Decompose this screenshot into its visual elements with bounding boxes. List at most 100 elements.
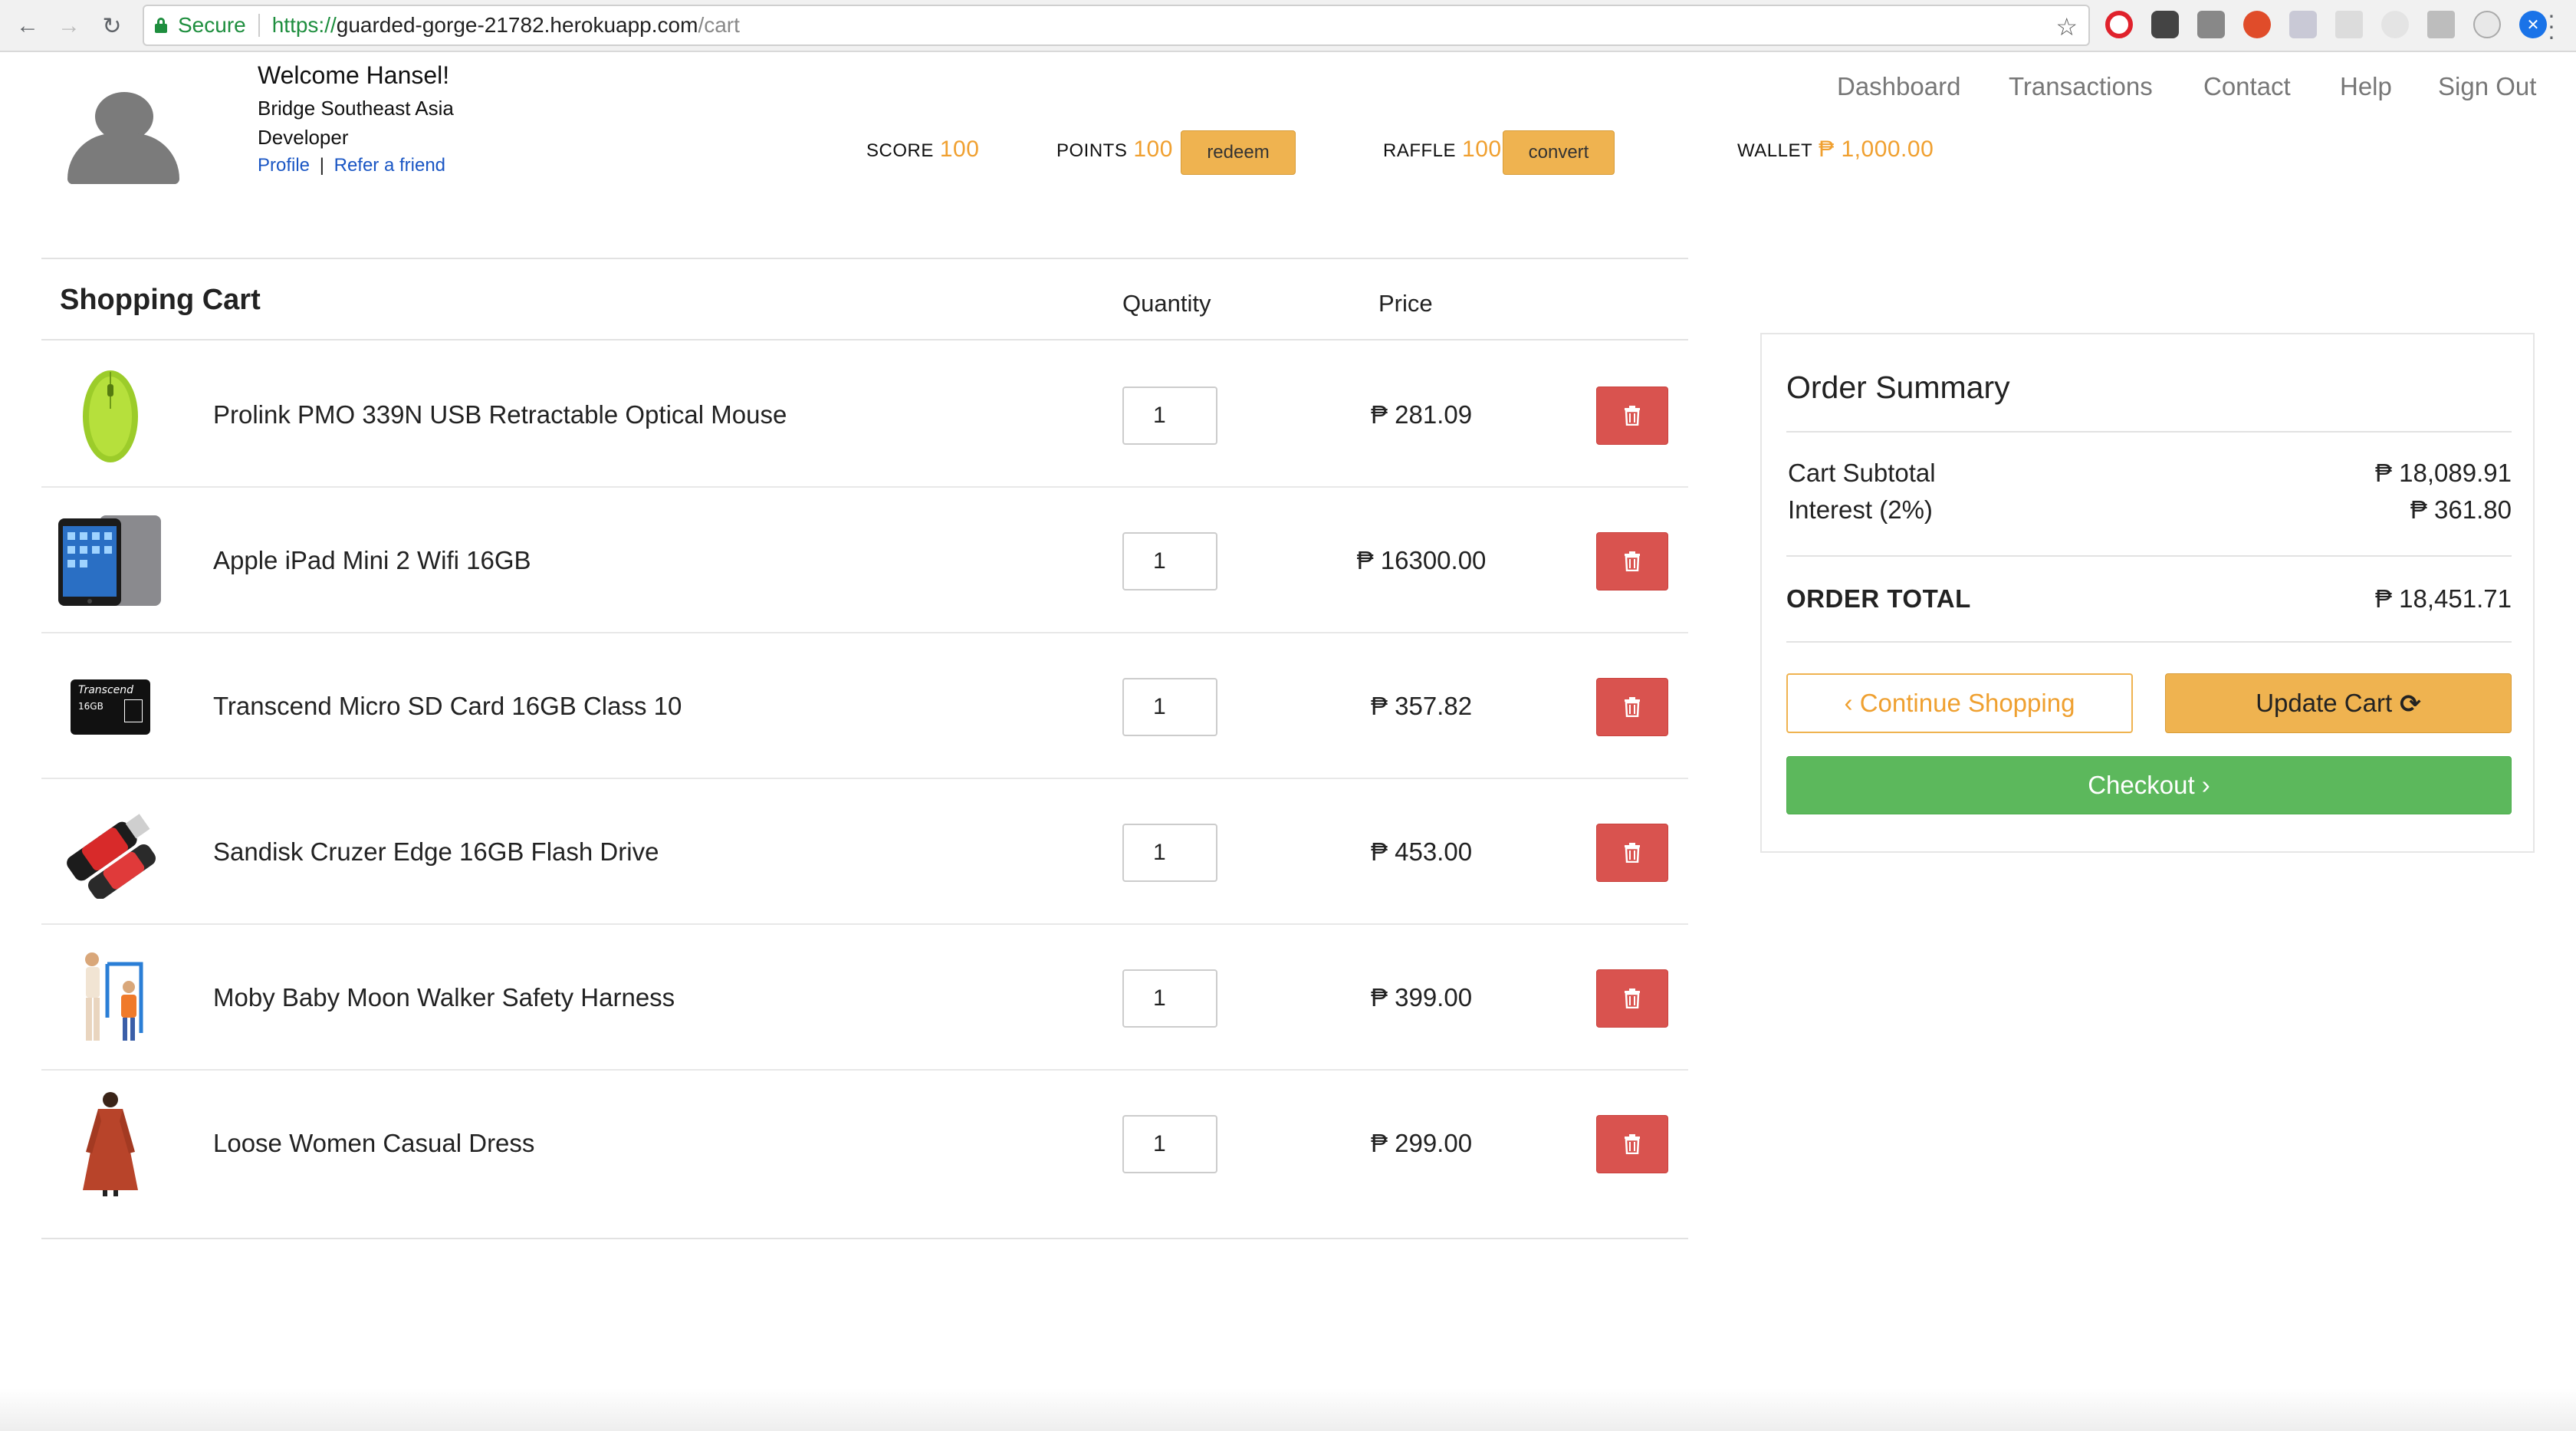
user-role: Developer xyxy=(258,126,349,149)
page-bottom-edge xyxy=(0,1388,2576,1431)
nav-contact[interactable]: Contact xyxy=(2203,72,2291,101)
lock-icon xyxy=(155,18,167,33)
score-stat: SCORE 100 xyxy=(866,137,979,163)
nav-help[interactable]: Help xyxy=(2340,72,2392,101)
circle-extension-icon[interactable] xyxy=(2381,11,2409,38)
item-price: ₱ 281.09 xyxy=(1370,400,1473,429)
quantity-input[interactable]: 1 xyxy=(1122,387,1217,445)
avatar xyxy=(67,92,179,184)
forward-arrow-icon[interactable]: → xyxy=(52,9,86,43)
continue-shopping-button[interactable]: ‹ Continue Shopping xyxy=(1786,673,2133,733)
raffle-stat: RAFFLE 100 xyxy=(1383,137,1502,163)
score-label: SCORE xyxy=(866,140,934,161)
checkout-button[interactable]: Checkout › xyxy=(1786,756,2512,814)
refer-friend-link[interactable]: Refer a friend xyxy=(334,155,445,176)
quantity-input[interactable]: 1 xyxy=(1122,532,1217,590)
back-arrow-icon[interactable]: ← xyxy=(11,9,44,43)
nav-dashboard[interactable]: Dashboard xyxy=(1837,72,1960,101)
code-braces-icon[interactable] xyxy=(2289,11,2317,38)
convert-button[interactable]: convert xyxy=(1503,130,1615,175)
cart-row: Transcend 16GB Transcend Micro SD Card 1… xyxy=(41,633,1688,779)
globe-icon[interactable] xyxy=(2473,11,2501,38)
address-bar[interactable]: Secure https:// guarded-gorge-21782.hero… xyxy=(143,5,2090,46)
product-name[interactable]: Transcend Micro SD Card 16GB Class 10 xyxy=(213,633,682,779)
close-circle-icon[interactable]: ✕ xyxy=(2519,11,2547,38)
profile-link[interactable]: Profile xyxy=(258,155,310,176)
item-price: ₱ 399.00 xyxy=(1370,983,1473,1012)
quantity-header: Quantity xyxy=(1122,290,1211,317)
sd-brand-text: Transcend xyxy=(78,684,134,696)
points-stat: POINTS 100 xyxy=(1056,137,1173,163)
order-total-row: ORDER TOTAL ₱ 18,451.71 xyxy=(1786,584,2512,614)
item-price: ₱ 16300.00 xyxy=(1356,546,1487,574)
cart-row: Loose Women Casual Dress 1 ₱ 299.00 xyxy=(41,1071,1688,1216)
trash-icon xyxy=(1625,406,1640,426)
delete-item-button[interactable] xyxy=(1596,824,1668,882)
trash-icon xyxy=(1625,1134,1640,1154)
interest-row: Interest (2%) ₱ 361.80 xyxy=(1788,495,2512,525)
item-price: ₱ 453.00 xyxy=(1370,837,1473,866)
nav-transactions[interactable]: Transactions xyxy=(2009,72,2153,101)
wallet-value: ₱ 1,000.00 xyxy=(1819,137,1934,162)
product-name[interactable]: Loose Women Casual Dress xyxy=(213,1071,534,1216)
product-name[interactable]: Sandisk Cruzer Edge 16GB Flash Drive xyxy=(213,779,659,925)
summary-divider xyxy=(1786,431,2512,433)
menu-dots-icon[interactable]: · · · xyxy=(2544,2,2559,48)
link-separator: | xyxy=(319,155,324,176)
opera-icon[interactable] xyxy=(2105,11,2133,38)
sd-capacity-text: 16GB xyxy=(78,701,104,712)
cart-bottom-divider xyxy=(41,1238,1688,1239)
cart-row: Moby Baby Moon Walker Safety Harness 1 ₱… xyxy=(41,925,1688,1071)
subtotal-label: Cart Subtotal xyxy=(1788,459,1936,487)
quantity-input[interactable]: 1 xyxy=(1122,824,1217,882)
grid-icon[interactable] xyxy=(2335,11,2363,38)
cart-top-divider xyxy=(41,258,1688,259)
camera-icon[interactable] xyxy=(2197,11,2225,38)
raffle-label: RAFFLE xyxy=(1383,140,1457,161)
update-cart-button[interactable]: Update Cart ⟳ xyxy=(2165,673,2512,733)
points-label: POINTS xyxy=(1056,140,1128,161)
product-name[interactable]: Apple iPad Mini 2 Wifi 16GB xyxy=(213,488,531,633)
quantity-input[interactable]: 1 xyxy=(1122,678,1217,736)
delete-item-button[interactable] xyxy=(1596,678,1668,736)
delete-item-button[interactable] xyxy=(1596,387,1668,445)
trash-icon xyxy=(1625,989,1640,1008)
product-name[interactable]: Prolink PMO 339N USB Retractable Optical… xyxy=(213,342,787,488)
secure-label: Secure xyxy=(178,13,246,37)
mouse-image xyxy=(57,362,164,469)
product-name[interactable]: Moby Baby Moon Walker Safety Harness xyxy=(213,925,675,1071)
user-links: Profile | Refer a friend xyxy=(258,155,445,176)
quantity-input[interactable]: 1 xyxy=(1122,1115,1217,1173)
bookmark-star-icon[interactable]: ☆ xyxy=(2055,12,2078,41)
redeem-button[interactable]: redeem xyxy=(1181,130,1296,175)
subtotal-row: Cart Subtotal ₱ 18,089.91 xyxy=(1788,459,2512,488)
delete-item-button[interactable] xyxy=(1596,1115,1668,1173)
nav-sign-out[interactable]: Sign Out xyxy=(2438,72,2536,101)
checklist-icon[interactable] xyxy=(2427,11,2455,38)
reload-icon[interactable]: ↻ xyxy=(95,9,129,43)
delete-item-button[interactable] xyxy=(1596,532,1668,590)
incognito-icon[interactable] xyxy=(2151,11,2179,38)
flash-drive-image xyxy=(57,799,164,906)
cart-row: Prolink PMO 339N USB Retractable Optical… xyxy=(41,342,1688,488)
micro-sd-image: Transcend 16GB xyxy=(57,653,164,761)
update-cart-label: Update Cart xyxy=(2256,689,2393,717)
summary-divider xyxy=(1786,555,2512,557)
interest-label: Interest (2%) xyxy=(1788,495,1933,524)
cookie-icon[interactable] xyxy=(2243,11,2271,38)
ipad-image xyxy=(57,508,164,615)
cart-row: Sandisk Cruzer Edge 16GB Flash Drive 1 ₱… xyxy=(41,779,1688,925)
url-path: /cart xyxy=(698,13,740,37)
trash-icon xyxy=(1625,843,1640,863)
price-header: Price xyxy=(1378,290,1433,317)
order-total-label: ORDER TOTAL xyxy=(1786,584,1971,613)
raffle-value: 100 xyxy=(1462,137,1502,162)
wallet-stat: WALLET ₱ 1,000.00 xyxy=(1737,137,1934,163)
refresh-icon: ⟳ xyxy=(2400,689,2421,718)
delete-item-button[interactable] xyxy=(1596,969,1668,1028)
cart-title: Shopping Cart xyxy=(60,284,261,316)
quantity-input[interactable]: 1 xyxy=(1122,969,1217,1028)
trash-icon xyxy=(1625,551,1640,571)
wallet-label: WALLET xyxy=(1737,140,1813,161)
cart-row: Apple iPad Mini 2 Wifi 16GB 1 ₱ 16300.00 xyxy=(41,488,1688,633)
